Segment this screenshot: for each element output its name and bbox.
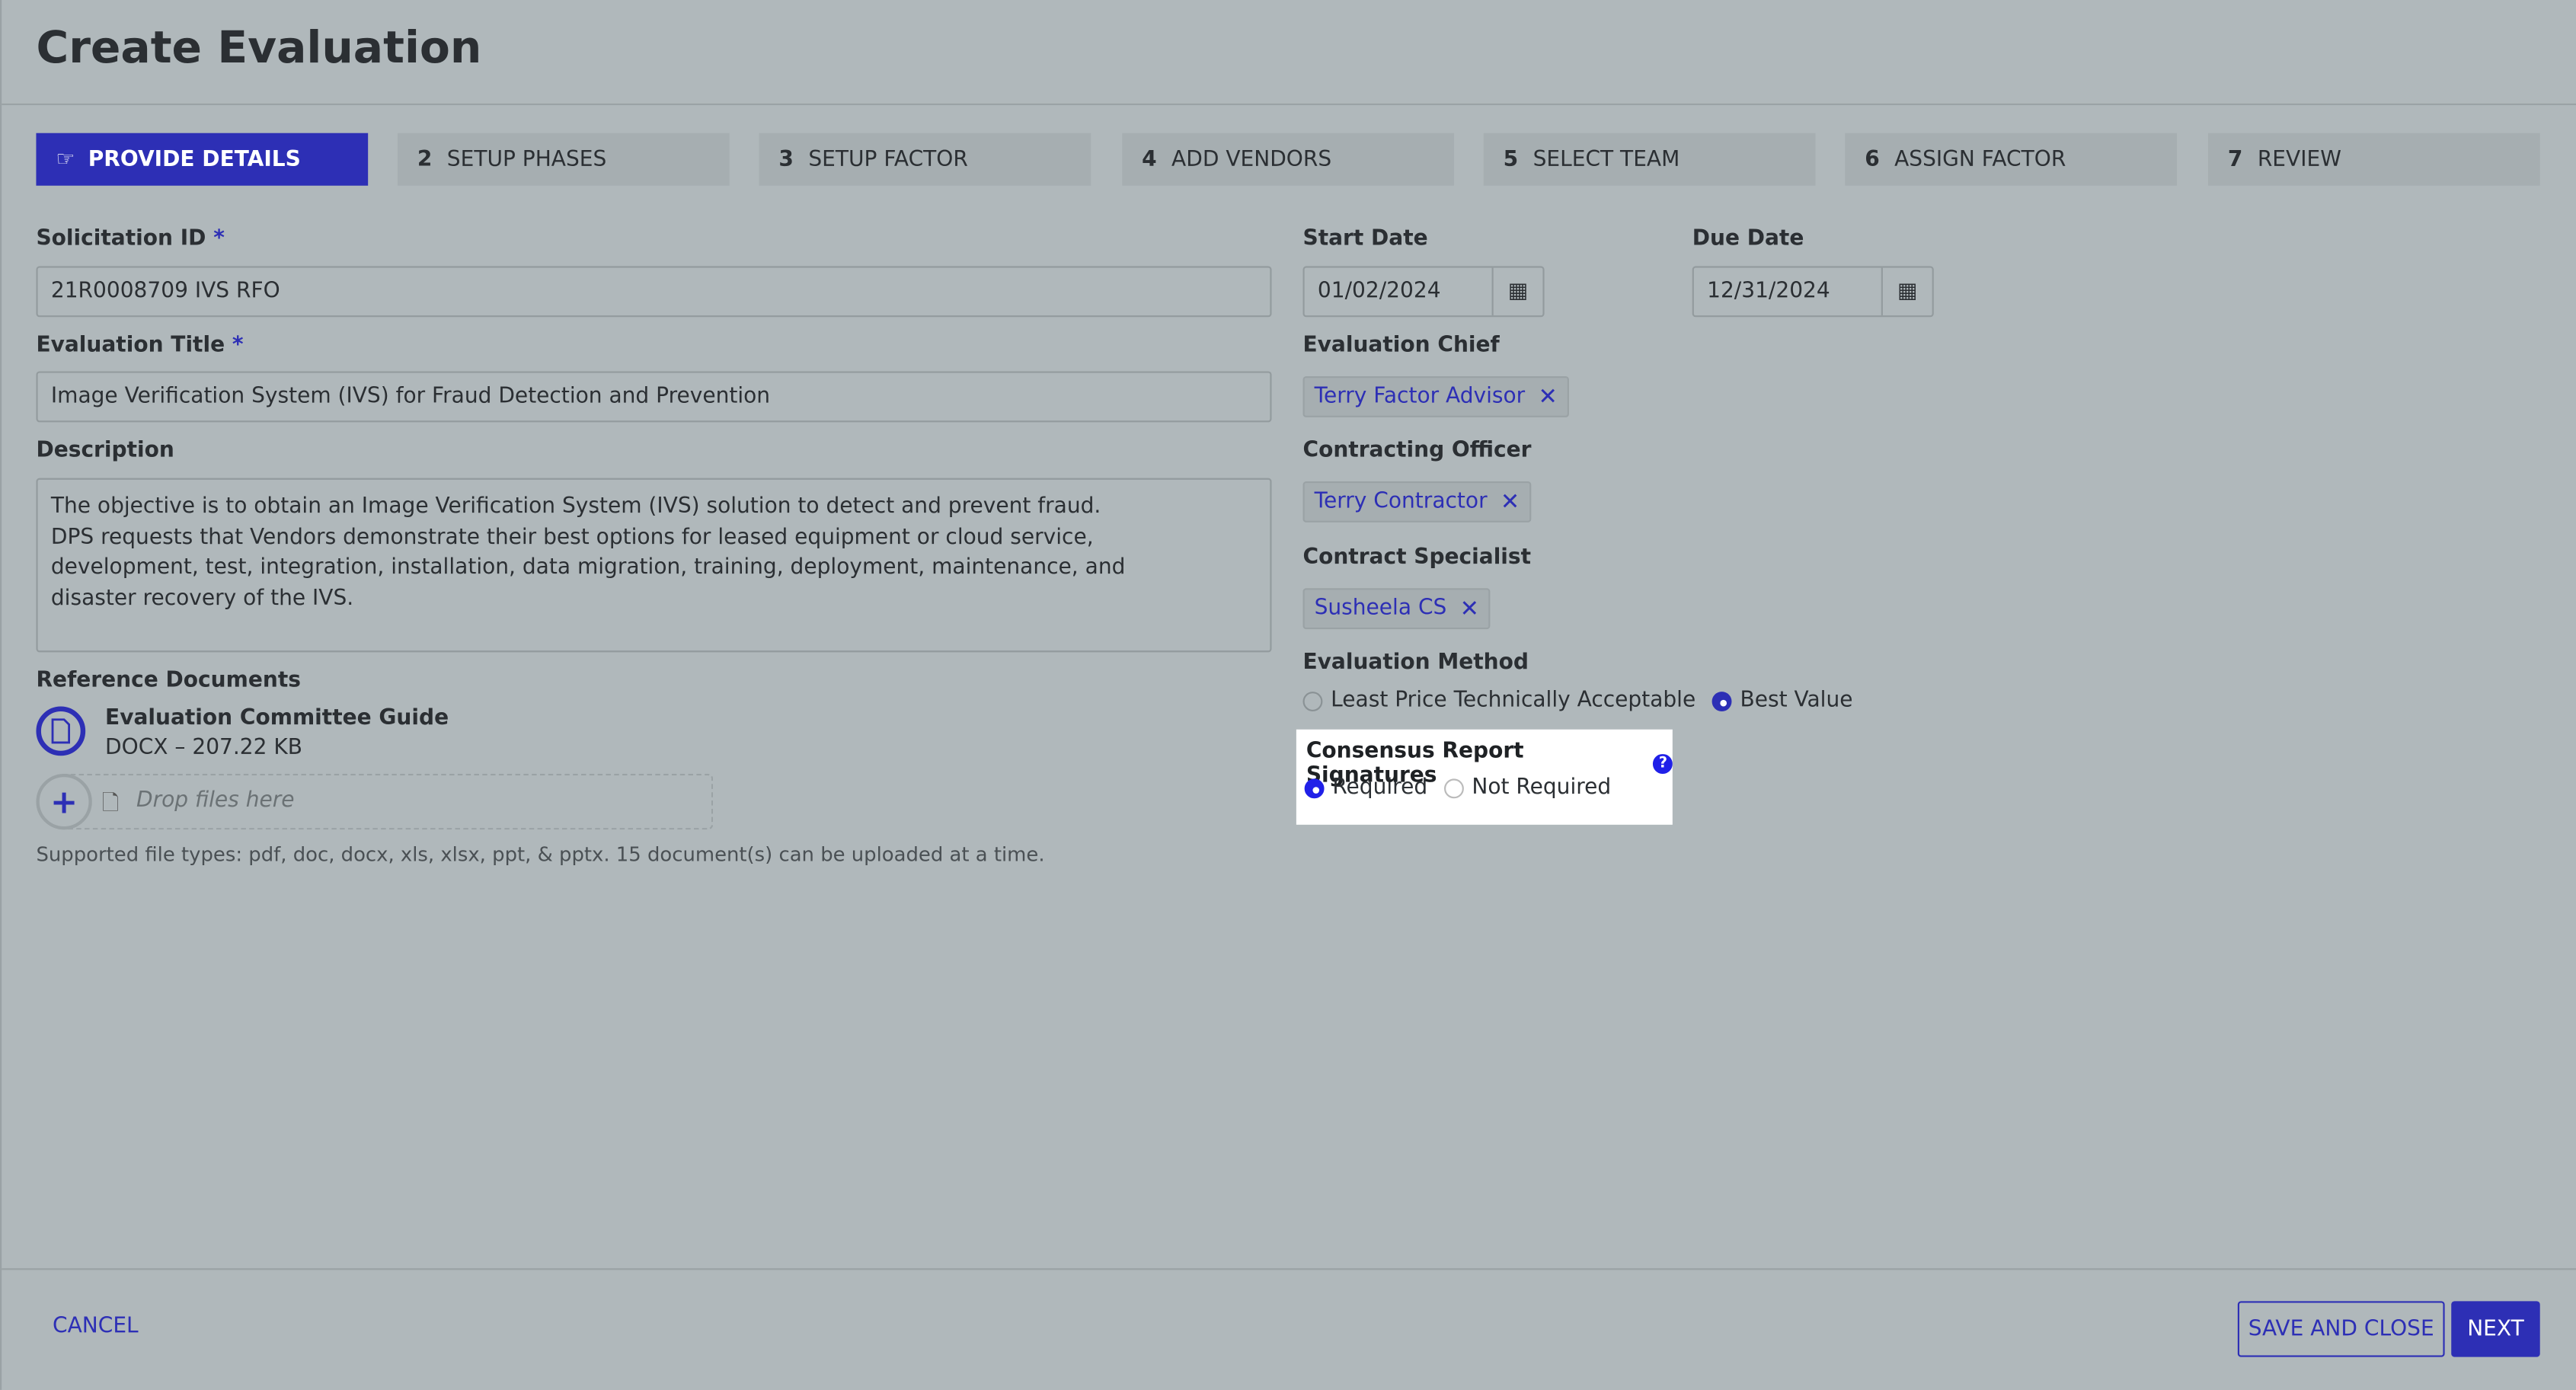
tab-label: SETUP PHASES [446,147,607,172]
tab-label: REVIEW [2257,147,2341,172]
solicitation-id-label: Solicitation ID * [36,226,225,252]
evaluation-chief-chip: Terry Factor Advisor ✕ [1302,375,1569,417]
footer-divider [2,1268,2576,1270]
evaluation-title-input[interactable]: Image Verification System (IVS) for Frau… [36,371,1272,423]
radio-label: Least Price Technically Acceptable [1331,688,1696,714]
tab-provide-details[interactable]: ☞ PROVIDE DETAILS [36,133,369,186]
next-button[interactable]: NEXT [2451,1301,2540,1357]
chip-label: Terry Contractor [1314,489,1488,515]
tab-select-team[interactable]: 5 SELECT TEAM [1483,133,1816,186]
due-date-value: 12/31/2024 [1707,279,1830,305]
page-title: Create Evaluation [36,23,482,75]
contracting-officer-chip: Terry Contractor ✕ [1302,481,1532,522]
due-date-label: Due Date [1692,226,1804,252]
description-textarea[interactable]: The objective is to obtain an Image Veri… [36,478,1272,653]
save-and-close-button[interactable]: SAVE AND CLOSE [2237,1301,2445,1357]
document-name[interactable]: Evaluation Committee Guide [105,707,449,731]
radio-checked-icon[interactable] [1711,691,1732,711]
tab-add-vendors[interactable]: 4 ADD VENDORS [1122,133,1454,186]
remove-x-icon[interactable]: ✕ [1501,489,1520,516]
start-date-input[interactable]: 01/02/2024 ▦ [1302,266,1545,318]
drop-files-placeholder: Drop files here [136,788,295,813]
supported-file-types-help: Supported file types: pdf, doc, docx, xl… [36,842,1045,866]
due-date-input[interactable]: 12/31/2024 ▦ [1692,266,1934,318]
tab-label: SELECT TEAM [1532,147,1680,172]
evaluation-method-radio-group: Least Price Technically Acceptable Best … [1302,688,1870,714]
evaluation-method-label: Evaluation Method [1302,650,1529,676]
chip-label: Terry Factor Advisor [1314,384,1526,410]
radio-not-required[interactable]: Not Required [1443,775,1612,800]
radio-checked-icon[interactable] [1304,778,1325,798]
remove-x-icon[interactable]: ✕ [1460,596,1479,622]
add-file-plus-icon[interactable]: + [36,773,92,830]
tab-label: ADD VENDORS [1171,147,1332,172]
calendar-icon[interactable]: ▦ [1491,267,1543,316]
contract-specialist-label: Contract Specialist [1302,545,1532,570]
document-icon [36,706,86,756]
step-number: 6 [1865,147,1880,172]
step-number: 5 [1503,147,1519,172]
radio-unchecked-icon[interactable] [1302,691,1323,711]
radio-best-value[interactable]: Best Value [1711,688,1853,714]
remove-x-icon[interactable]: ✕ [1538,384,1557,411]
radio-least-price[interactable]: Least Price Technically Acceptable [1302,688,1696,714]
start-date-value: 01/02/2024 [1317,279,1441,305]
radio-label: Not Required [1472,775,1612,800]
consensus-signatures-radio-group: Required Not Required [1304,775,1628,800]
start-date-label: Start Date [1302,226,1428,252]
evaluation-chief-label: Evaluation Chief [1302,333,1500,359]
file-drag-icon: 🗋 [101,791,120,817]
tab-setup-factor[interactable]: 3 SETUP FACTOR [759,133,1091,186]
radio-required[interactable]: Required [1304,775,1428,800]
calendar-icon[interactable]: ▦ [1881,267,1932,316]
tab-setup-phases[interactable]: 2 SETUP PHASES [397,133,730,186]
hand-pointing-icon: ☞ [56,147,75,172]
reference-documents-label: Reference Documents [36,668,301,694]
contracting-officer-label: Contracting Officer [1302,438,1532,464]
radio-unchecked-icon[interactable] [1443,778,1464,798]
tab-assign-factor[interactable]: 6 ASSIGN FACTOR [1845,133,2178,186]
step-number: 2 [417,147,433,172]
tab-label: PROVIDE DETAILS [88,147,301,172]
step-number: 7 [2227,147,2243,172]
description-label: Description [36,438,174,464]
help-question-icon[interactable]: ? [1653,754,1673,774]
consensus-signatures-highlight: Consensus Report Signatures ? Required N… [1296,729,1673,825]
chip-label: Susheela CS [1314,596,1447,622]
step-number: 3 [778,147,794,172]
create-evaluation-page: Create Evaluation ☞ PROVIDE DETAILS 2 SET… [0,0,2576,1390]
tab-review[interactable]: 7 REVIEW [2208,133,2540,186]
step-number: 4 [1142,147,1157,172]
radio-label: Best Value [1740,688,1853,714]
document-meta: DOCX – 207.22 KB [105,736,303,761]
evaluation-title-label: Evaluation Title * [36,333,244,359]
solicitation-id-input[interactable]: 21R0008709 IVS RFO [36,266,1272,318]
tab-label: ASSIGN FACTOR [1894,147,2066,172]
cancel-button[interactable]: CANCEL [53,1315,139,1339]
radio-label: Required [1332,775,1428,800]
header-divider [2,103,2576,106]
contract-specialist-chip: Susheela CS ✕ [1302,588,1491,630]
tab-label: SETUP FACTOR [808,147,968,172]
